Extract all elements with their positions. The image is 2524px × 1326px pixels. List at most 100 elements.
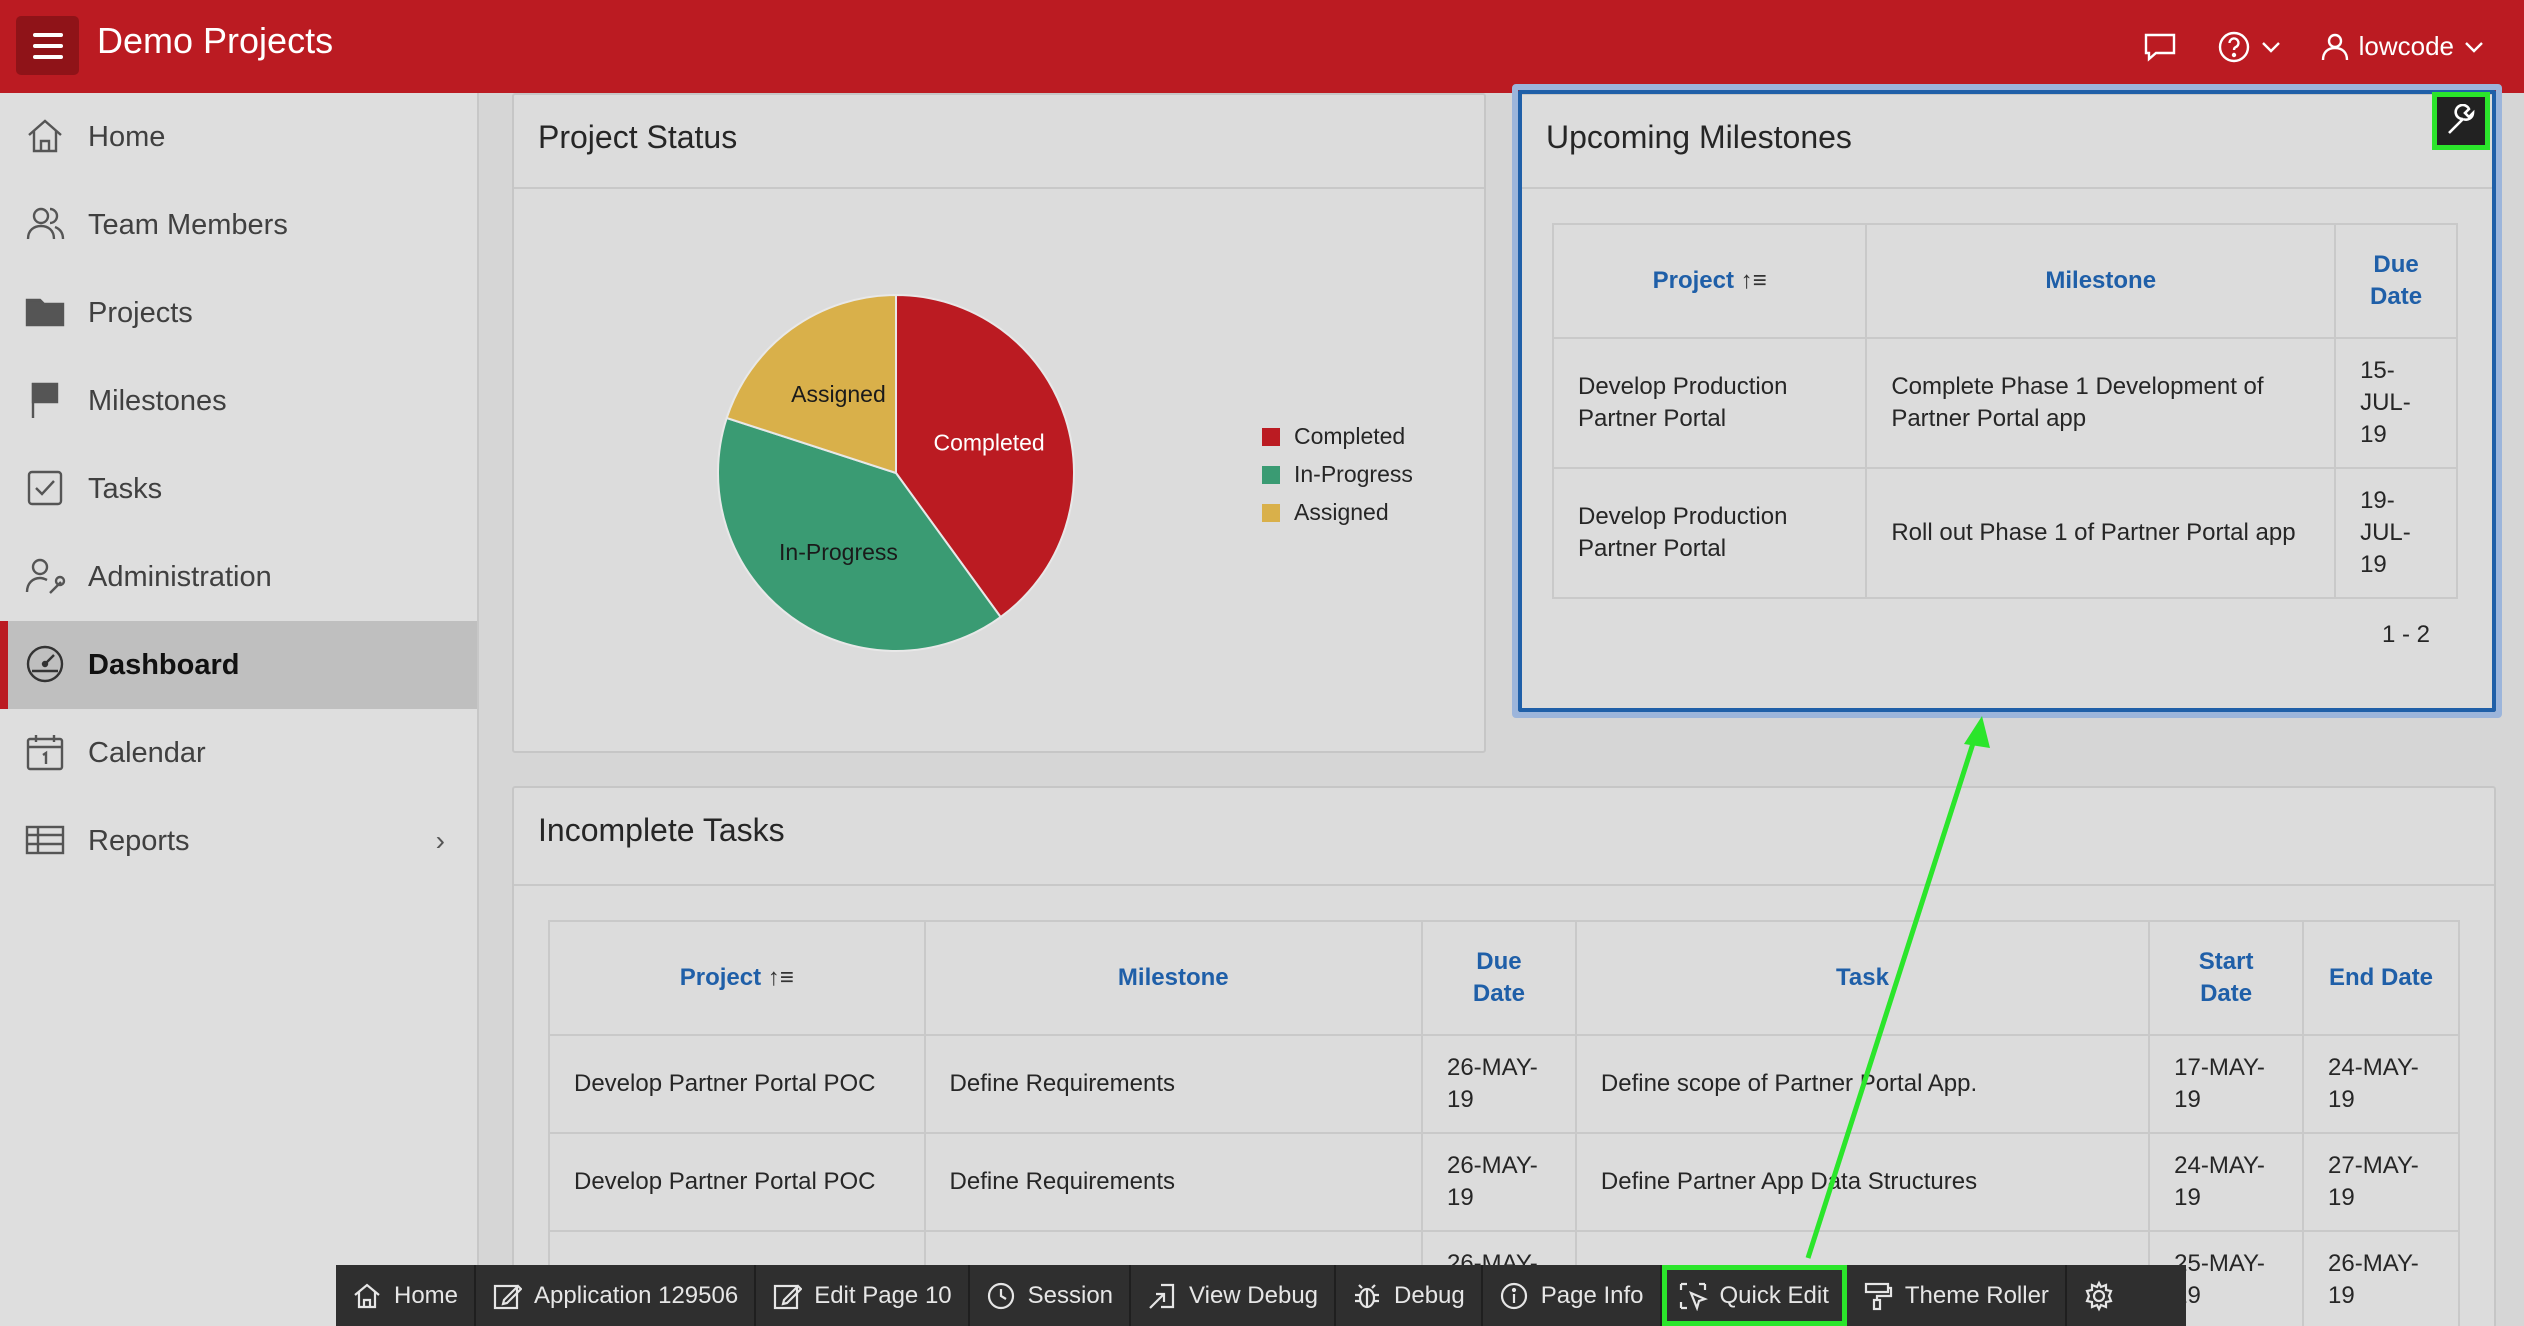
cell-due-date: 26-MAY-19: [1420, 1132, 1577, 1232]
help-circle-icon: [2218, 31, 2249, 62]
project-status-region: Project Status Completed In-Progress Assig…: [512, 93, 1486, 753]
developer-toolbar: Home Application 129506 Edit Page 10 Ses…: [336, 1265, 2186, 1326]
legend-swatch: [1262, 503, 1280, 522]
cell-task: Define Partner App Data Structures: [1574, 1132, 2151, 1232]
legend-item-completed[interactable]: Completed: [1262, 423, 1405, 450]
sidebar-item-administration[interactable]: Administration: [0, 533, 477, 621]
dev-application-button[interactable]: Application 129506: [476, 1265, 757, 1326]
chevron-down-icon: [2261, 41, 2280, 53]
wrench-icon: [2448, 104, 2475, 134]
column-label: Project: [679, 964, 762, 991]
sidebar-nav: Home Team Members Projects Milestones Ta…: [0, 93, 479, 1326]
table-icon: [24, 819, 66, 861]
dev-view-debug-button[interactable]: View Debug: [1131, 1265, 1337, 1326]
hamburger-icon: [32, 32, 63, 37]
user-wrench-icon: [24, 555, 66, 597]
home-icon: [24, 115, 66, 157]
bug-icon: [1355, 1283, 1380, 1308]
sidebar-item-milestones[interactable]: Milestones: [0, 357, 477, 445]
quick-edit-icon: [1679, 1282, 1708, 1311]
app-title[interactable]: Demo Projects: [97, 20, 333, 62]
dev-home-button[interactable]: Home: [336, 1265, 477, 1326]
dev-item-label: Home: [394, 1281, 459, 1309]
calendar-icon: [24, 731, 66, 773]
dev-page-info-button[interactable]: Page Info: [1483, 1265, 1662, 1326]
sidebar-item-label: Dashboard: [88, 648, 240, 681]
chevron-right-icon[interactable]: ›: [436, 825, 445, 857]
cell-end-date: 27-MAY-19: [2302, 1132, 2460, 1232]
cell-end-date: 24-MAY-19: [2302, 1034, 2460, 1134]
column-header-project[interactable]: Project ↑≡: [548, 920, 926, 1036]
hamburger-icon-bar: [32, 54, 63, 59]
table-row: Develop Partner Portal POC Define Requir…: [548, 1034, 2460, 1134]
cell-due-date: 26-MAY-19: [1420, 1034, 1577, 1134]
sidebar-item-tasks[interactable]: Tasks: [0, 445, 477, 533]
sidebar-item-home[interactable]: Home: [0, 93, 477, 181]
cell-project: Develop Partner Portal POC: [548, 1132, 926, 1232]
sidebar-item-label: Team Members: [88, 208, 288, 241]
legend-item-assigned[interactable]: Assigned: [1262, 499, 1389, 526]
sidebar-item-team-members[interactable]: Team Members: [0, 181, 477, 269]
dev-item-label: View Debug: [1189, 1281, 1319, 1309]
column-header-end-date[interactable]: End Date: [2302, 920, 2460, 1036]
legend-swatch: [1262, 465, 1280, 484]
legend-swatch: [1262, 427, 1280, 446]
app-header: Demo Projects lowcode: [0, 0, 2524, 93]
legend-item-in-progress[interactable]: In-Progress: [1262, 461, 1413, 488]
view-debug-icon: [1149, 1283, 1175, 1309]
header-actions: lowcode: [2143, 0, 2484, 93]
sidebar-item-label: Reports: [88, 824, 190, 857]
pie-label-assigned: Assigned: [791, 381, 886, 407]
pie-label-in-progress: In-Progress: [779, 539, 898, 565]
gauge-icon: [24, 643, 66, 685]
legend-label: Completed: [1294, 423, 1406, 449]
chat-bubble-icon[interactable]: [2143, 32, 2177, 62]
menu-toggle-button[interactable]: [16, 16, 79, 75]
legend-label: Assigned: [1294, 499, 1389, 525]
chevron-down-icon: [2465, 41, 2483, 53]
dev-edit-page-button[interactable]: Edit Page 10: [756, 1265, 970, 1326]
user-name: lowcode: [2358, 31, 2454, 61]
dev-item-label: Quick Edit: [1719, 1281, 1829, 1309]
dev-settings-button[interactable]: [2067, 1265, 2131, 1326]
sidebar-item-reports[interactable]: Reports ›: [0, 797, 477, 885]
sidebar-item-label: Tasks: [88, 472, 163, 505]
region-title: Incomplete Tasks: [538, 812, 785, 848]
clock-icon: [987, 1282, 1014, 1309]
dev-session-button[interactable]: Session: [970, 1265, 1132, 1326]
dev-item-label: Debug: [1394, 1281, 1465, 1309]
quick-edit-region-button[interactable]: [2432, 92, 2490, 150]
dev-item-label: Theme Roller: [1904, 1281, 2049, 1309]
dev-debug-button[interactable]: Debug: [1336, 1265, 1483, 1326]
sidebar-item-calendar[interactable]: Calendar: [0, 709, 477, 797]
sidebar-item-label: Milestones: [88, 384, 227, 417]
gear-icon: [2085, 1280, 2113, 1311]
user-menu-button[interactable]: lowcode: [2321, 31, 2484, 62]
checkbox-icon: [24, 467, 66, 509]
pie-label-completed: Completed: [933, 430, 1044, 456]
column-header-task[interactable]: Task: [1574, 920, 2151, 1036]
user-icon: [2321, 33, 2348, 60]
cell-milestone: Define Requirements: [923, 1034, 1423, 1134]
cell-start-date: 24-MAY-19: [2148, 1132, 2305, 1232]
dev-item-label: Session: [1027, 1281, 1114, 1309]
dev-item-label: Edit Page 10: [814, 1281, 952, 1309]
users-icon: [24, 203, 66, 245]
sidebar-item-dashboard[interactable]: Dashboard: [0, 621, 477, 709]
home-icon: [354, 1283, 380, 1308]
hamburger-icon-bar: [32, 43, 63, 48]
info-icon: [1500, 1282, 1527, 1309]
column-header-due-date[interactable]: Due Date: [1420, 920, 1577, 1036]
sidebar-item-label: Calendar: [88, 736, 206, 769]
help-menu-button[interactable]: [2217, 30, 2281, 64]
sidebar-item-label: Projects: [88, 296, 193, 329]
sidebar-item-projects[interactable]: Projects: [0, 269, 477, 357]
sidebar-item-label: Administration: [88, 560, 272, 593]
column-header-start-date[interactable]: Start Date: [2148, 920, 2305, 1036]
edit-icon: [493, 1283, 523, 1309]
sort-ascending-icon: ↑≡: [767, 964, 794, 991]
column-header-milestone[interactable]: Milestone: [923, 920, 1423, 1036]
table-row: Develop Partner Portal POC Define Requir…: [548, 1132, 2460, 1232]
dev-quick-edit-button[interactable]: Quick Edit: [1661, 1265, 1847, 1326]
dev-theme-roller-button[interactable]: Theme Roller: [1847, 1265, 2067, 1326]
